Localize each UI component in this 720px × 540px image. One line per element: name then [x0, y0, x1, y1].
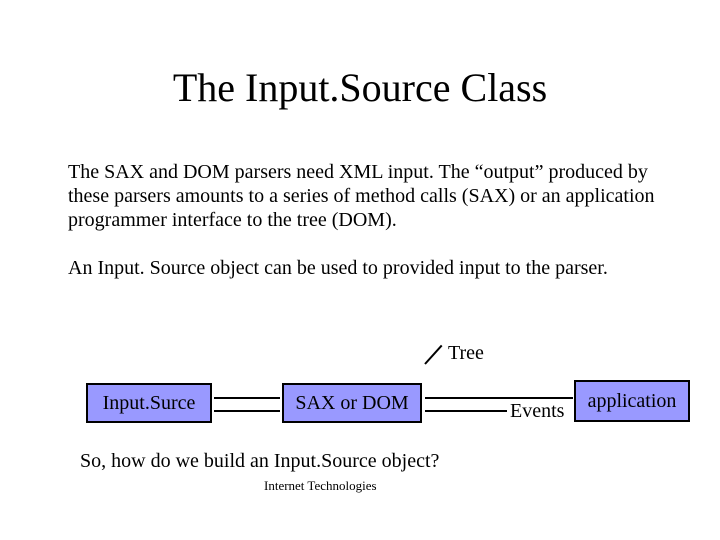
parser-box: SAX or DOM — [282, 383, 422, 423]
slide: The Input.Source Class The SAX and DOM p… — [0, 0, 720, 540]
connector-line — [424, 345, 442, 365]
slide-title: The Input.Source Class — [0, 64, 720, 111]
connector-line — [425, 397, 573, 399]
connector-line — [214, 410, 280, 412]
footer-text: Internet Technologies — [264, 478, 377, 494]
tree-label: Tree — [448, 342, 484, 365]
events-label: Events — [510, 400, 564, 423]
connector-line — [425, 410, 507, 412]
application-box: application — [574, 380, 690, 422]
input-source-box: Input.Surce — [86, 383, 212, 423]
paragraph-2: An Input. Source object can be used to p… — [68, 256, 668, 280]
connector-line — [214, 397, 280, 399]
paragraph-1: The SAX and DOM parsers need XML input. … — [68, 160, 668, 232]
question-text: So, how do we build an Input.Source obje… — [80, 450, 439, 473]
